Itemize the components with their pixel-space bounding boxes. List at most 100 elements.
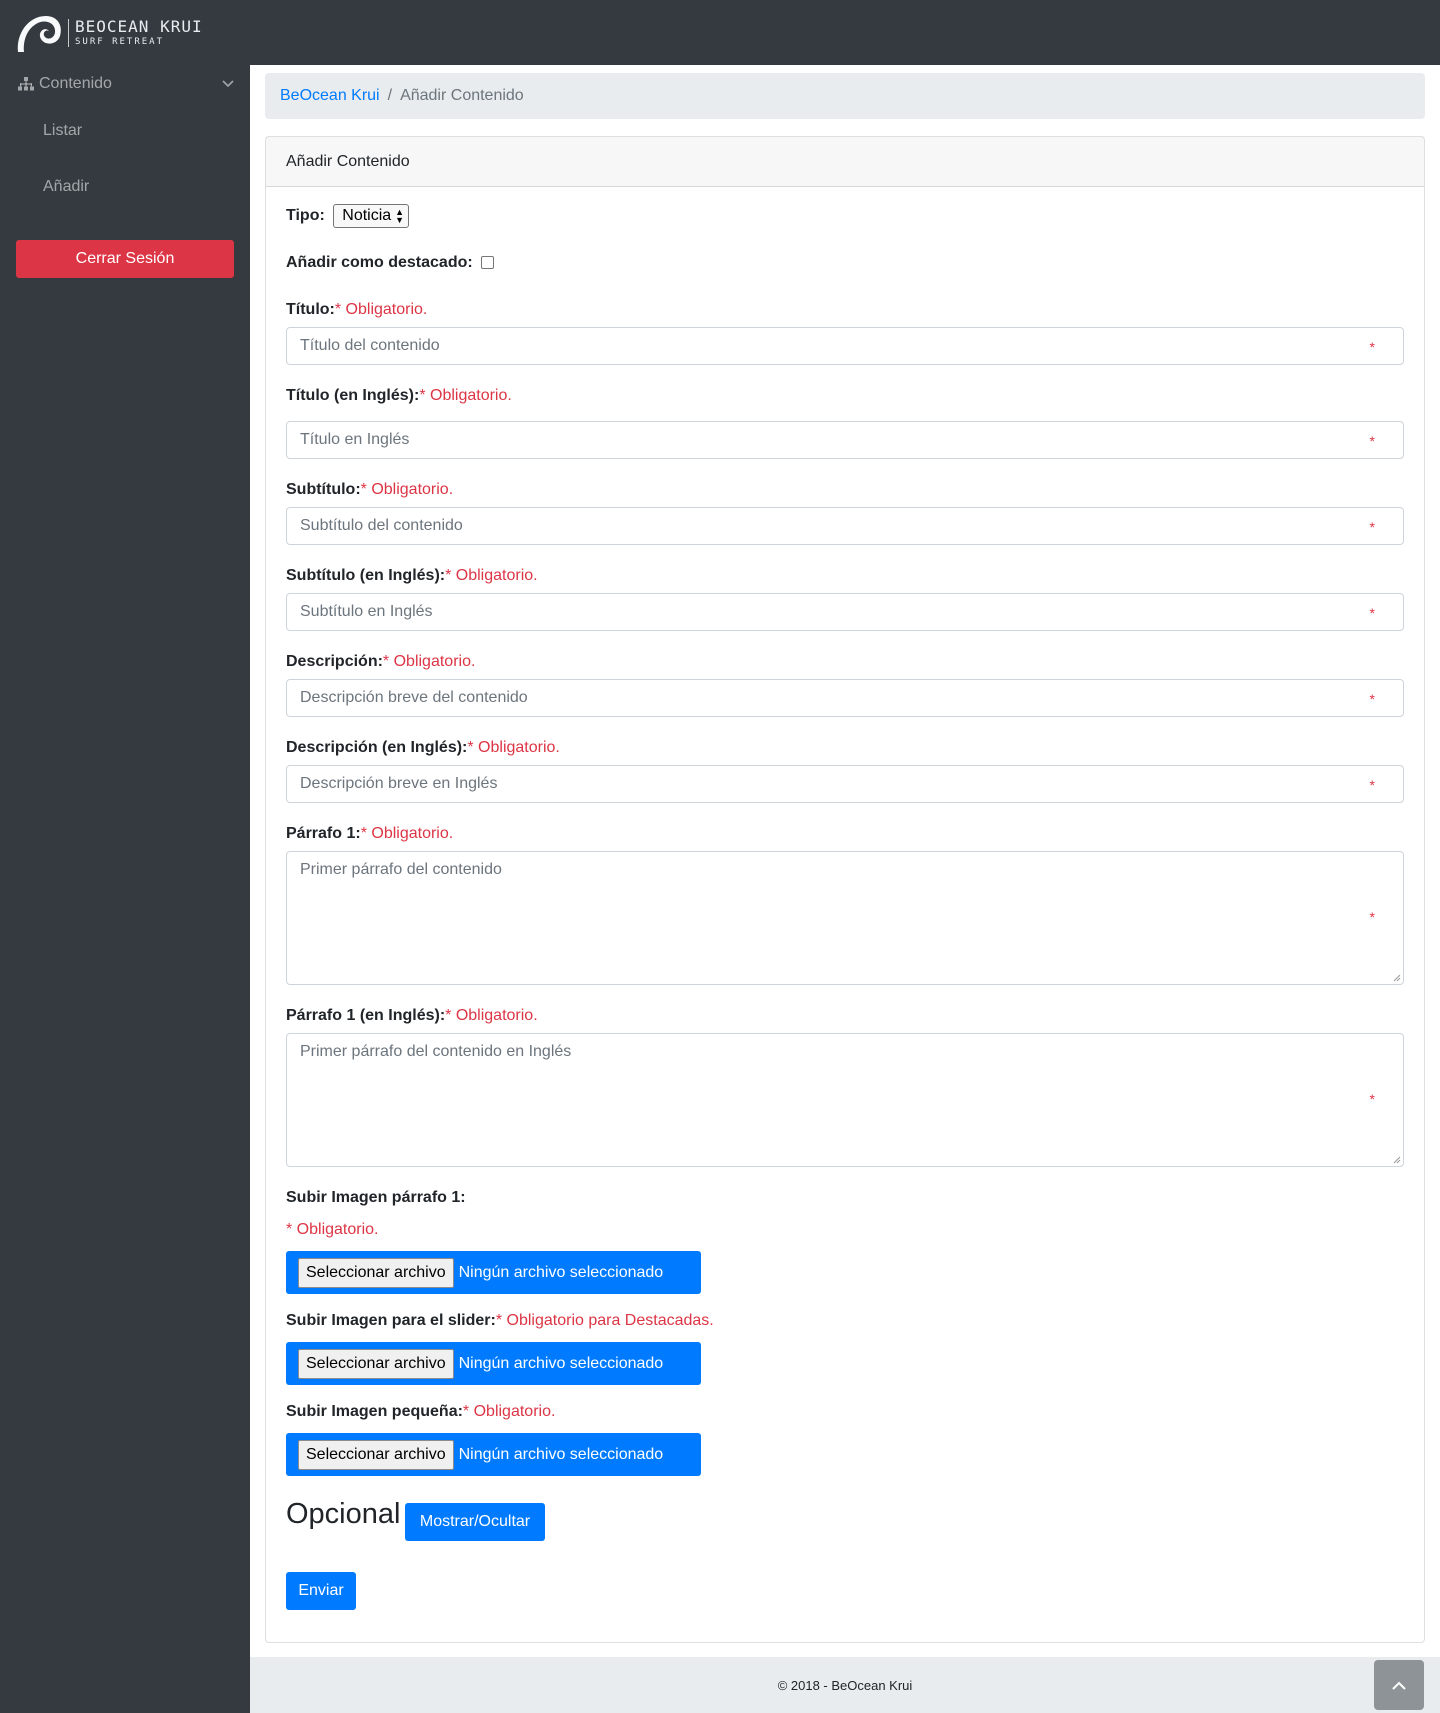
upload-paragraph-image: Seleccionar archivo Ningún archivo selec…	[286, 1251, 701, 1294]
choose-file-button[interactable]: Seleccionar archivo	[298, 1439, 454, 1470]
required-note: * Obligatorio.	[462, 1403, 556, 1420]
optional-section-title: Opcional	[286, 1498, 401, 1530]
scroll-to-top-button[interactable]	[1374, 1660, 1424, 1710]
sidebar-group-label: Contenido	[39, 75, 112, 92]
file-status: Ningún archivo seleccionado	[458, 1354, 664, 1372]
choose-file-button[interactable]: Seleccionar archivo	[298, 1348, 454, 1379]
required-note: * Obligatorio.	[334, 301, 428, 318]
required-marker: *	[1369, 691, 1375, 707]
required-note: * Obligatorio.	[360, 825, 454, 842]
type-select-value: Noticia	[342, 207, 392, 224]
logout-button[interactable]: Cerrar Sesión	[16, 240, 234, 278]
required-marker: *	[1369, 909, 1375, 925]
breadcrumb: BeOcean Krui / Añadir Contenido	[265, 73, 1425, 119]
description-placeholder: Descripción breve del contenido	[300, 689, 528, 706]
upload-small-label: Subir Imagen pequeña:	[286, 1403, 463, 1420]
submit-button[interactable]: Enviar	[286, 1572, 356, 1610]
type-label: Tipo:	[286, 207, 325, 225]
required-note: * Obligatorio.	[382, 653, 476, 670]
paragraph1-placeholder: Primer párrafo del contenido	[300, 861, 502, 878]
subtitle-en-placeholder: Subtítulo en Inglés	[300, 603, 433, 620]
type-select[interactable]: Noticia ▲ ▼	[333, 204, 410, 228]
upload-slider-label: Subir Imagen para el slider:	[286, 1312, 496, 1329]
select-arrows-icon: ▲ ▼	[395, 207, 405, 225]
description-input[interactable]: Descripción breve del contenido *	[286, 679, 1404, 717]
field-label-row: Subir Imagen pequeña:* Obligatorio.	[286, 1403, 555, 1421]
field-label: Párrafo 1:	[286, 825, 361, 842]
field-label: Título:	[286, 301, 335, 318]
paragraph1-en-placeholder: Primer párrafo del contenido en Inglés	[300, 1043, 572, 1060]
upload-small-image: Seleccionar archivo Ningún archivo selec…	[286, 1433, 701, 1476]
field-label-row: Título:* Obligatorio.	[286, 301, 427, 319]
required-marker: *	[1369, 605, 1375, 621]
field-label: Párrafo 1 (en Inglés):	[286, 1007, 446, 1024]
sidebar: Contenido Listar Añadir Cerrar Sesión	[0, 65, 250, 1713]
required-note: * Obligatorio.	[445, 1007, 538, 1024]
required-note: * Obligatorio.	[445, 567, 538, 584]
field-label-row: Párrafo 1 (en Inglés):* Obligatorio.	[286, 1007, 538, 1025]
card-title: Añadir Contenido	[266, 137, 1424, 187]
resize-grip-icon[interactable]	[1393, 974, 1401, 982]
chevron-down-icon	[222, 80, 234, 88]
wave-logo-icon	[17, 16, 61, 52]
field-label-row: Subtítulo (en Inglés):* Obligatorio.	[286, 567, 538, 585]
brand-line-2: SURF RETREAT	[75, 37, 165, 47]
resize-grip-icon[interactable]	[1393, 1156, 1401, 1164]
breadcrumb-current: Añadir Contenido	[400, 87, 524, 104]
field-label: Subtítulo:	[286, 481, 361, 498]
file-status: Ningún archivo seleccionado	[458, 1263, 664, 1281]
required-marker: *	[1369, 777, 1375, 793]
featured-row: Añadir como destacado:	[286, 254, 495, 272]
paragraph1-textarea[interactable]: Primer párrafo del contenido *	[286, 851, 1404, 985]
chevron-up-icon	[1392, 1681, 1406, 1690]
choose-file-button[interactable]: Seleccionar archivo	[298, 1257, 454, 1288]
field-label-row: Título (en Inglés):* Obligatorio.	[286, 387, 512, 405]
footer-copyright: © 2018 - BeOcean Krui	[777, 1677, 913, 1693]
field-label: Descripción:	[286, 653, 383, 670]
footer: © 2018 - BeOcean Krui	[250, 1657, 1440, 1713]
breadcrumb-home-link[interactable]: BeOcean Krui	[280, 87, 380, 105]
sitemap-icon	[18, 77, 34, 91]
description-en-input[interactable]: Descripción breve en Inglés *	[286, 765, 1404, 803]
featured-label: Añadir como destacado:	[286, 254, 473, 271]
required-marker: *	[1369, 339, 1375, 355]
title-en-input[interactable]: Título en Inglés *	[286, 421, 1404, 459]
field-label: Título (en Inglés):	[286, 387, 420, 404]
paragraph1-en-textarea[interactable]: Primer párrafo del contenido en Inglés *	[286, 1033, 1404, 1167]
sidebar-item-listar[interactable]: Listar	[0, 103, 250, 159]
required-marker: *	[1369, 433, 1375, 449]
type-row: Tipo: Noticia ▲ ▼	[286, 204, 410, 228]
toggle-optional-button[interactable]: Mostrar/Ocultar	[405, 1503, 545, 1541]
upload-paragraph-required-note: * Obligatorio.	[286, 1221, 379, 1238]
brand-name: BEOCEAN KRUI SURF RETREAT	[68, 19, 203, 47]
file-status: Ningún archivo seleccionado	[458, 1445, 664, 1463]
upload-paragraph-label: Subir Imagen párrafo 1:	[286, 1189, 466, 1206]
featured-checkbox[interactable]	[481, 256, 495, 270]
breadcrumb-separator: /	[387, 87, 393, 104]
title-placeholder: Título del contenido	[300, 337, 440, 354]
field-label: Descripción (en Inglés):	[286, 739, 468, 756]
sidebar-item-anadir[interactable]: Añadir	[0, 159, 250, 215]
field-label-row: Subtítulo:* Obligatorio.	[286, 481, 453, 499]
subtitle-input[interactable]: Subtítulo del contenido *	[286, 507, 1404, 545]
title-input[interactable]: Título del contenido *	[286, 327, 1404, 365]
required-marker: *	[1369, 519, 1375, 535]
required-note: * Obligatorio para Destacadas.	[495, 1312, 714, 1329]
field-label-row: Párrafo 1:* Obligatorio.	[286, 825, 453, 843]
title-en-placeholder: Título en Inglés	[300, 431, 410, 448]
main-content: BeOcean Krui / Añadir Contenido Añadir C…	[250, 65, 1440, 1713]
required-note: * Obligatorio.	[467, 739, 560, 756]
brand-logo[interactable]: BEOCEAN KRUI SURF RETREAT	[14, 12, 203, 54]
field-label-row: Descripción:* Obligatorio.	[286, 653, 475, 671]
field-label: Subtítulo (en Inglés):	[286, 567, 446, 584]
field-label-row: Descripción (en Inglés):* Obligatorio.	[286, 739, 560, 757]
subtitle-placeholder: Subtítulo del contenido	[300, 517, 463, 534]
description-en-placeholder: Descripción breve en Inglés	[300, 775, 498, 792]
required-marker: *	[1369, 1091, 1375, 1107]
upload-slider-image: Seleccionar archivo Ningún archivo selec…	[286, 1342, 701, 1385]
brand-line-1: BEOCEAN KRUI	[75, 17, 203, 36]
required-note: * Obligatorio.	[360, 481, 454, 498]
subtitle-en-input[interactable]: Subtítulo en Inglés *	[286, 593, 1404, 631]
sidebar-group-contenido[interactable]: Contenido	[0, 65, 250, 103]
required-note: * Obligatorio.	[419, 387, 512, 404]
